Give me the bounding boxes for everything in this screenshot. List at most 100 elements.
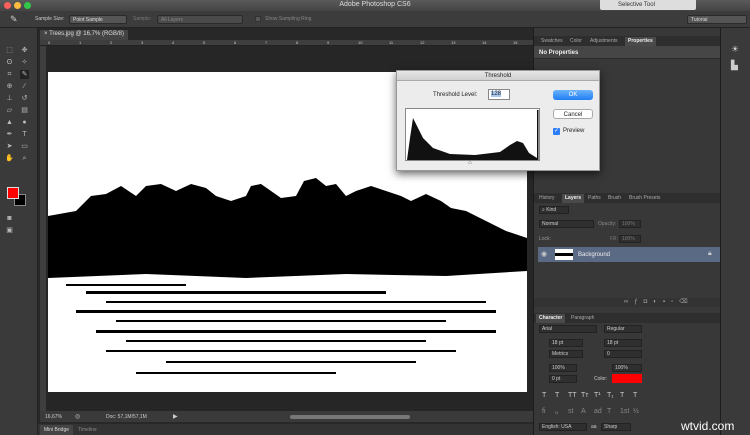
- type-style-button[interactable]: T: [555, 392, 559, 399]
- opacity-field[interactable]: 100%: [619, 220, 641, 228]
- tab-brush-presets[interactable]: Brush Presets: [626, 194, 663, 203]
- tab-properties[interactable]: Properties: [625, 37, 656, 46]
- font-family-select[interactable]: Arial: [539, 325, 597, 333]
- document-tab[interactable]: × Trees.jpg @ 16,7% (RGB/8): [40, 30, 128, 40]
- gradient-tool-icon[interactable]: ▤: [20, 106, 29, 115]
- ruler-tick: 4: [172, 40, 175, 45]
- quick-select-tool-icon[interactable]: ✧: [20, 58, 29, 67]
- tab-paragraph[interactable]: Paragraph: [568, 314, 597, 323]
- cancel-button[interactable]: Cancel: [553, 109, 593, 119]
- type-style-button[interactable]: TT: [568, 392, 577, 399]
- layer-name: Background: [578, 252, 611, 258]
- blend-mode-select[interactable]: Normal: [539, 220, 594, 228]
- opentype-button[interactable]: ½: [633, 408, 639, 415]
- sample-select[interactable]: All Layers: [157, 15, 243, 24]
- language-select[interactable]: English: USA: [539, 423, 587, 431]
- healing-tool-icon[interactable]: ⊕: [5, 82, 14, 91]
- layers-footer-icons[interactable]: ∞ƒ◘◐▪▫⌫: [534, 298, 721, 307]
- workspace-select[interactable]: Tutorial: [687, 15, 747, 24]
- type-style-button[interactable]: Tт: [581, 392, 588, 399]
- ruler-tick: 5: [203, 40, 206, 45]
- share-icon[interactable]: ◎: [75, 413, 80, 420]
- font-size-field[interactable]: 18 pt: [549, 339, 583, 347]
- type-tool-icon[interactable]: T: [20, 130, 29, 139]
- tab-timeline[interactable]: Timeline: [74, 425, 101, 435]
- type-style-button[interactable]: T¹: [594, 392, 601, 399]
- crop-tool-icon[interactable]: ⌗: [5, 70, 14, 79]
- status-menu-arrow-icon[interactable]: ▶: [173, 413, 178, 420]
- shape-tool-icon[interactable]: ▭: [20, 142, 29, 151]
- tracking-field[interactable]: 0: [604, 350, 642, 358]
- show-ring-checkbox[interactable]: [255, 16, 261, 22]
- tab-adjustments[interactable]: Adjustments: [587, 37, 621, 46]
- opentype-button[interactable]: T: [607, 408, 611, 415]
- marquee-tool-icon[interactable]: ⬚: [5, 46, 14, 55]
- move-tool-icon[interactable]: ✥: [20, 46, 29, 55]
- visibility-eye-icon[interactable]: ◉: [541, 250, 547, 258]
- vertical-scale-field[interactable]: 100%: [549, 364, 577, 372]
- tab-color[interactable]: Color: [567, 37, 585, 46]
- ruler-tick: 10: [358, 40, 363, 45]
- selective-tool-window[interactable]: Selective Tool: [600, 0, 696, 10]
- eraser-tool-icon[interactable]: ▱: [5, 106, 14, 115]
- quick-mask-icon[interactable]: ◙: [5, 214, 14, 223]
- panel-icon-strip: ☀ ▙: [720, 28, 750, 435]
- zoom-tool-icon[interactable]: ⌕: [20, 154, 29, 163]
- brush-tool-icon[interactable]: ∕: [20, 82, 29, 91]
- foreground-color-swatch[interactable]: [7, 187, 19, 199]
- sample-size-select[interactable]: Point Sample: [69, 15, 127, 24]
- hand-tool-icon[interactable]: ✋: [5, 154, 14, 163]
- tab-mini-bridge[interactable]: Mini Bridge: [40, 425, 74, 435]
- horizontal-scale-field[interactable]: 100%: [612, 364, 642, 372]
- threshold-level-input[interactable]: 128: [488, 89, 510, 100]
- blur-tool-icon[interactable]: ▲: [5, 118, 14, 127]
- kerning-select[interactable]: Metrics: [549, 350, 583, 358]
- opentype-button[interactable]: ﬁ: [542, 408, 546, 415]
- fill-field[interactable]: 100%: [619, 235, 641, 243]
- layer-row-background[interactable]: ◉ Background 🔒︎: [538, 247, 724, 262]
- ruler-tick: 7: [265, 40, 268, 45]
- layer-filter-select[interactable]: ⌕ Kind: [539, 206, 569, 214]
- threshold-level-label: Threshold Level:: [433, 92, 478, 98]
- histogram: [405, 108, 540, 161]
- opentype-button[interactable]: ℴ: [555, 408, 558, 416]
- preview-label: Preview: [563, 128, 585, 134]
- pen-tool-icon[interactable]: ✒: [5, 130, 14, 139]
- tab-layers[interactable]: Layers: [562, 194, 585, 203]
- adjustments-icon[interactable]: ☀: [731, 44, 739, 55]
- font-style-select[interactable]: Regular: [604, 325, 642, 333]
- preview-checkbox[interactable]: ✓: [553, 128, 560, 135]
- tab-character[interactable]: Character: [536, 314, 566, 323]
- dodge-tool-icon[interactable]: ●: [20, 118, 29, 127]
- tab-brush[interactable]: Brush: [605, 194, 624, 203]
- document-tab-label: Trees.jpg @ 16,7% (RGB/8): [49, 31, 124, 37]
- eyedropper-tool-icon[interactable]: ✎: [20, 70, 29, 79]
- lasso-tool-icon[interactable]: ʘ: [5, 58, 14, 67]
- type-style-button[interactable]: T: [633, 392, 637, 399]
- opentype-button[interactable]: st: [568, 408, 573, 415]
- tab-swatches[interactable]: Swatches: [538, 37, 566, 46]
- opentype-button[interactable]: ad: [594, 408, 602, 415]
- tab-history[interactable]: History: [536, 194, 558, 203]
- eyedropper-icon[interactable]: ✎: [10, 14, 18, 25]
- horizontal-scrollbar[interactable]: [290, 415, 410, 419]
- type-style-button[interactable]: T: [620, 392, 624, 399]
- baseline-shift-field[interactable]: 0 pt: [549, 375, 577, 383]
- tab-paths[interactable]: Paths: [585, 194, 604, 203]
- type-style-button[interactable]: T₁: [607, 392, 614, 399]
- leading-field[interactable]: 18 pt: [604, 339, 642, 347]
- stamp-tool-icon[interactable]: ⊥: [5, 94, 14, 103]
- zoom-level[interactable]: 16,67%: [45, 414, 62, 420]
- history-brush-icon[interactable]: ↺: [20, 94, 29, 103]
- opentype-button[interactable]: 1st: [620, 408, 629, 415]
- type-style-button[interactable]: T: [542, 392, 546, 399]
- ok-button[interactable]: OK: [553, 90, 593, 100]
- ruler-tick: 11: [389, 40, 394, 45]
- screen-mode-icon[interactable]: ▣: [5, 226, 14, 235]
- antialias-select[interactable]: Sharp: [601, 423, 631, 431]
- text-color-swatch[interactable]: [612, 374, 642, 383]
- path-select-icon[interactable]: ➤: [5, 142, 14, 151]
- opentype-button[interactable]: A: [581, 408, 586, 415]
- histogram-icon[interactable]: ▙: [731, 60, 738, 71]
- threshold-slider-handle-icon[interactable]: ⌂: [468, 160, 472, 166]
